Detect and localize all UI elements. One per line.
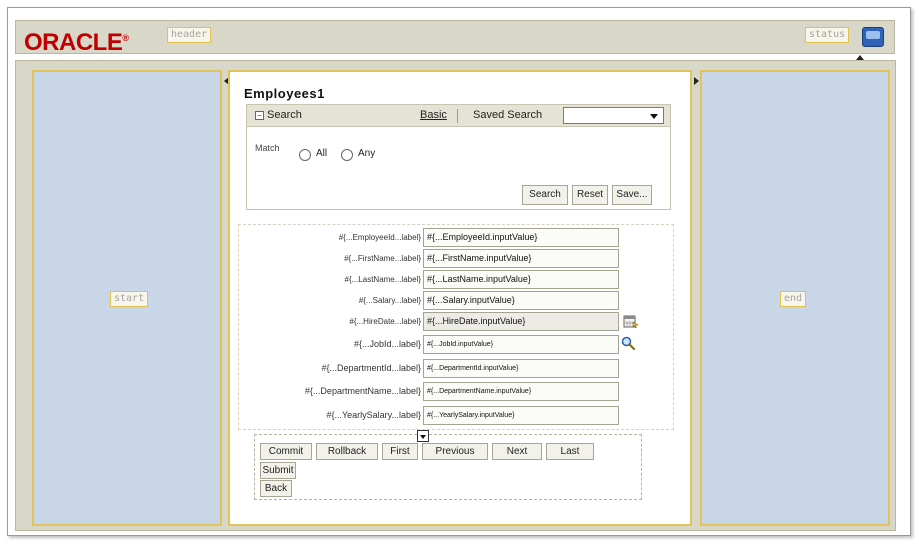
- toolbar-menu-icon[interactable]: [417, 430, 429, 442]
- navigation-toolbar: Commit Rollback First Previous Next Last…: [254, 430, 642, 500]
- logo-text: ORACLE: [24, 29, 123, 56]
- right-splitter-arrow-icon[interactable]: [694, 77, 699, 85]
- header-bar: ORACLE® header status: [15, 20, 895, 57]
- employee-id-label: #{...EmployeeId...label}: [338, 233, 421, 242]
- form-row: #{...JobId...label} #{...JobId.inputValu…: [239, 335, 675, 355]
- header-facet-label: header: [167, 27, 212, 43]
- yearly-salary-label: #{...YearlySalary...label}: [326, 410, 421, 420]
- employee-id-input[interactable]: #{...EmployeeId.inputValue}: [423, 228, 619, 247]
- yearly-salary-input[interactable]: #{...YearlySalary.inputValue}: [423, 406, 619, 425]
- previous-button[interactable]: Previous: [422, 443, 488, 460]
- hire-date-input[interactable]: #{...HireDate.inputValue}: [423, 312, 619, 331]
- salary-input[interactable]: #{...Salary.inputValue}: [423, 291, 619, 310]
- next-button[interactable]: Next: [492, 443, 542, 460]
- form-row: #{...FirstName...label} #{...FirstName.i…: [239, 249, 675, 269]
- collapse-toggle-icon[interactable]: −: [255, 111, 264, 120]
- match-all-radio[interactable]: [299, 149, 311, 161]
- search-header: − Search Basic Saved Search: [247, 105, 670, 127]
- department-name-label: #{...DepartmentName...label}: [304, 386, 421, 396]
- center-panel: Employees1 − Search Basic Saved Search M…: [228, 70, 692, 526]
- form-row: #{...HireDate...label} #{...HireDate.inp…: [239, 312, 675, 332]
- submit-button[interactable]: Submit: [260, 462, 296, 479]
- hire-date-label: #{...HireDate...label}: [349, 317, 421, 326]
- status-facet-label: status: [805, 27, 850, 43]
- page-title: Employees1: [244, 86, 325, 101]
- search-panel: − Search Basic Saved Search Match All An…: [246, 104, 671, 210]
- match-all-label: All: [316, 148, 328, 159]
- form-row: #{...DepartmentName...label} #{...Depart…: [239, 382, 675, 402]
- rollback-button[interactable]: Rollback: [316, 443, 378, 460]
- form-row: #{...EmployeeId...label} #{...EmployeeId…: [239, 228, 675, 248]
- saved-search-select[interactable]: [563, 107, 664, 124]
- end-facet-label: end: [780, 291, 807, 307]
- save-button[interactable]: Save...: [612, 185, 652, 205]
- first-button[interactable]: First: [382, 443, 418, 460]
- form-row: #{...LastName...label} #{...LastName.inp…: [239, 270, 675, 290]
- department-name-input[interactable]: #{...DepartmentName.inputValue}: [423, 382, 619, 401]
- form-row: #{...Salary...label} #{...Salary.inputVa…: [239, 291, 675, 311]
- back-button[interactable]: Back: [260, 480, 292, 497]
- reset-button[interactable]: Reset: [572, 185, 608, 205]
- commit-button[interactable]: Commit: [260, 443, 312, 460]
- match-any-radio[interactable]: [341, 149, 353, 161]
- match-any-label: Any: [358, 148, 376, 159]
- job-id-label: #{...JobId...label}: [353, 339, 421, 349]
- search-title: Search: [267, 109, 302, 121]
- divider: [457, 109, 458, 123]
- job-id-input[interactable]: #{...JobId.inputValue}: [423, 335, 619, 354]
- search-icon[interactable]: [621, 336, 635, 350]
- calendar-icon[interactable]: [623, 314, 639, 328]
- first-name-label: #{...FirstName...label}: [344, 254, 421, 263]
- search-button[interactable]: Search: [522, 185, 568, 205]
- start-panel: start: [32, 70, 222, 526]
- last-name-input[interactable]: #{...LastName.inputValue}: [423, 270, 619, 289]
- registered-mark: ®: [122, 33, 129, 43]
- department-id-input[interactable]: #{...DepartmentId.inputValue}: [423, 359, 619, 378]
- department-id-label: #{...DepartmentId...label}: [321, 363, 421, 373]
- last-name-label: #{...LastName...label}: [344, 275, 422, 284]
- form-row: #{...YearlySalary...label} #{...YearlySa…: [239, 406, 675, 426]
- form-row: #{...DepartmentId...label} #{...Departme…: [239, 359, 675, 379]
- monitor-icon[interactable]: [862, 27, 884, 47]
- start-facet-label: start: [110, 291, 149, 307]
- oracle-logo: ORACLE®: [24, 24, 129, 57]
- employee-form: #{...EmployeeId...label} #{...EmployeeId…: [238, 224, 674, 430]
- first-name-input[interactable]: #{...FirstName.inputValue}: [423, 249, 619, 268]
- end-panel: end: [700, 70, 890, 526]
- basic-link[interactable]: Basic: [420, 109, 447, 121]
- match-label: Match: [255, 143, 280, 153]
- saved-search-label: Saved Search: [473, 109, 543, 121]
- last-button[interactable]: Last: [546, 443, 594, 460]
- salary-label: #{...Salary...label}: [358, 296, 421, 305]
